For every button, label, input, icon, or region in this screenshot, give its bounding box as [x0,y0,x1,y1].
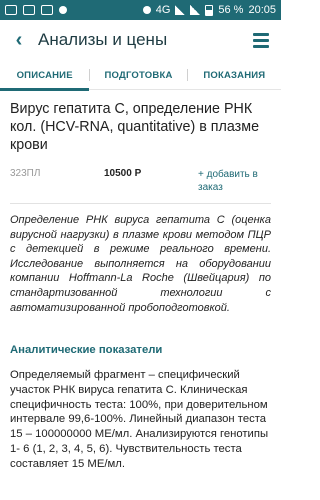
section-text: Определяемый фрагмент – специфический уч… [10,369,269,470]
network-type: 4G [155,4,171,16]
test-price: 10500 Р [104,168,142,179]
add-to-order-button[interactable]: + добавить в заказ [198,168,278,194]
status-bar: 4G 56 % 20:05 [0,0,281,20]
tab-description[interactable]: ОПИСАНИЕ [0,60,90,91]
chevron-left-icon[interactable]: ‹ [0,29,38,52]
page-title: Анализы и цены [38,30,168,49]
test-code: 323ПЛ [10,168,41,179]
hamburger-menu-icon[interactable] [241,32,281,48]
section-heading: Аналитические показатели [10,344,163,356]
signal-icon-2 [190,5,201,15]
notification-icon [5,5,17,15]
tab-preparation[interactable]: ПОДГОТОВКА [90,60,186,90]
alarm-icon [142,6,151,14]
divider [10,203,271,204]
battery-icon [205,4,214,16]
android-icon [59,6,67,14]
test-description: Определение РНК вируса гепатита С (оценк… [10,214,271,314]
test-title: Вирус гепатита С, определение РНК кол. (… [10,101,260,153]
signal-icon [175,5,186,15]
image-icon [23,5,35,15]
tab-bar: ОПИСАНИЕ ПОДГОТОВКА ПОКАЗАНИЯ [0,60,281,91]
clock: 20:05 [248,4,276,16]
app-bar: ‹ Анализы и цены [0,20,281,60]
tab-indications[interactable]: ПОКАЗАНИЯ [188,60,281,90]
battery-percent: 56 % [218,4,244,16]
gallery-icon [41,5,53,15]
